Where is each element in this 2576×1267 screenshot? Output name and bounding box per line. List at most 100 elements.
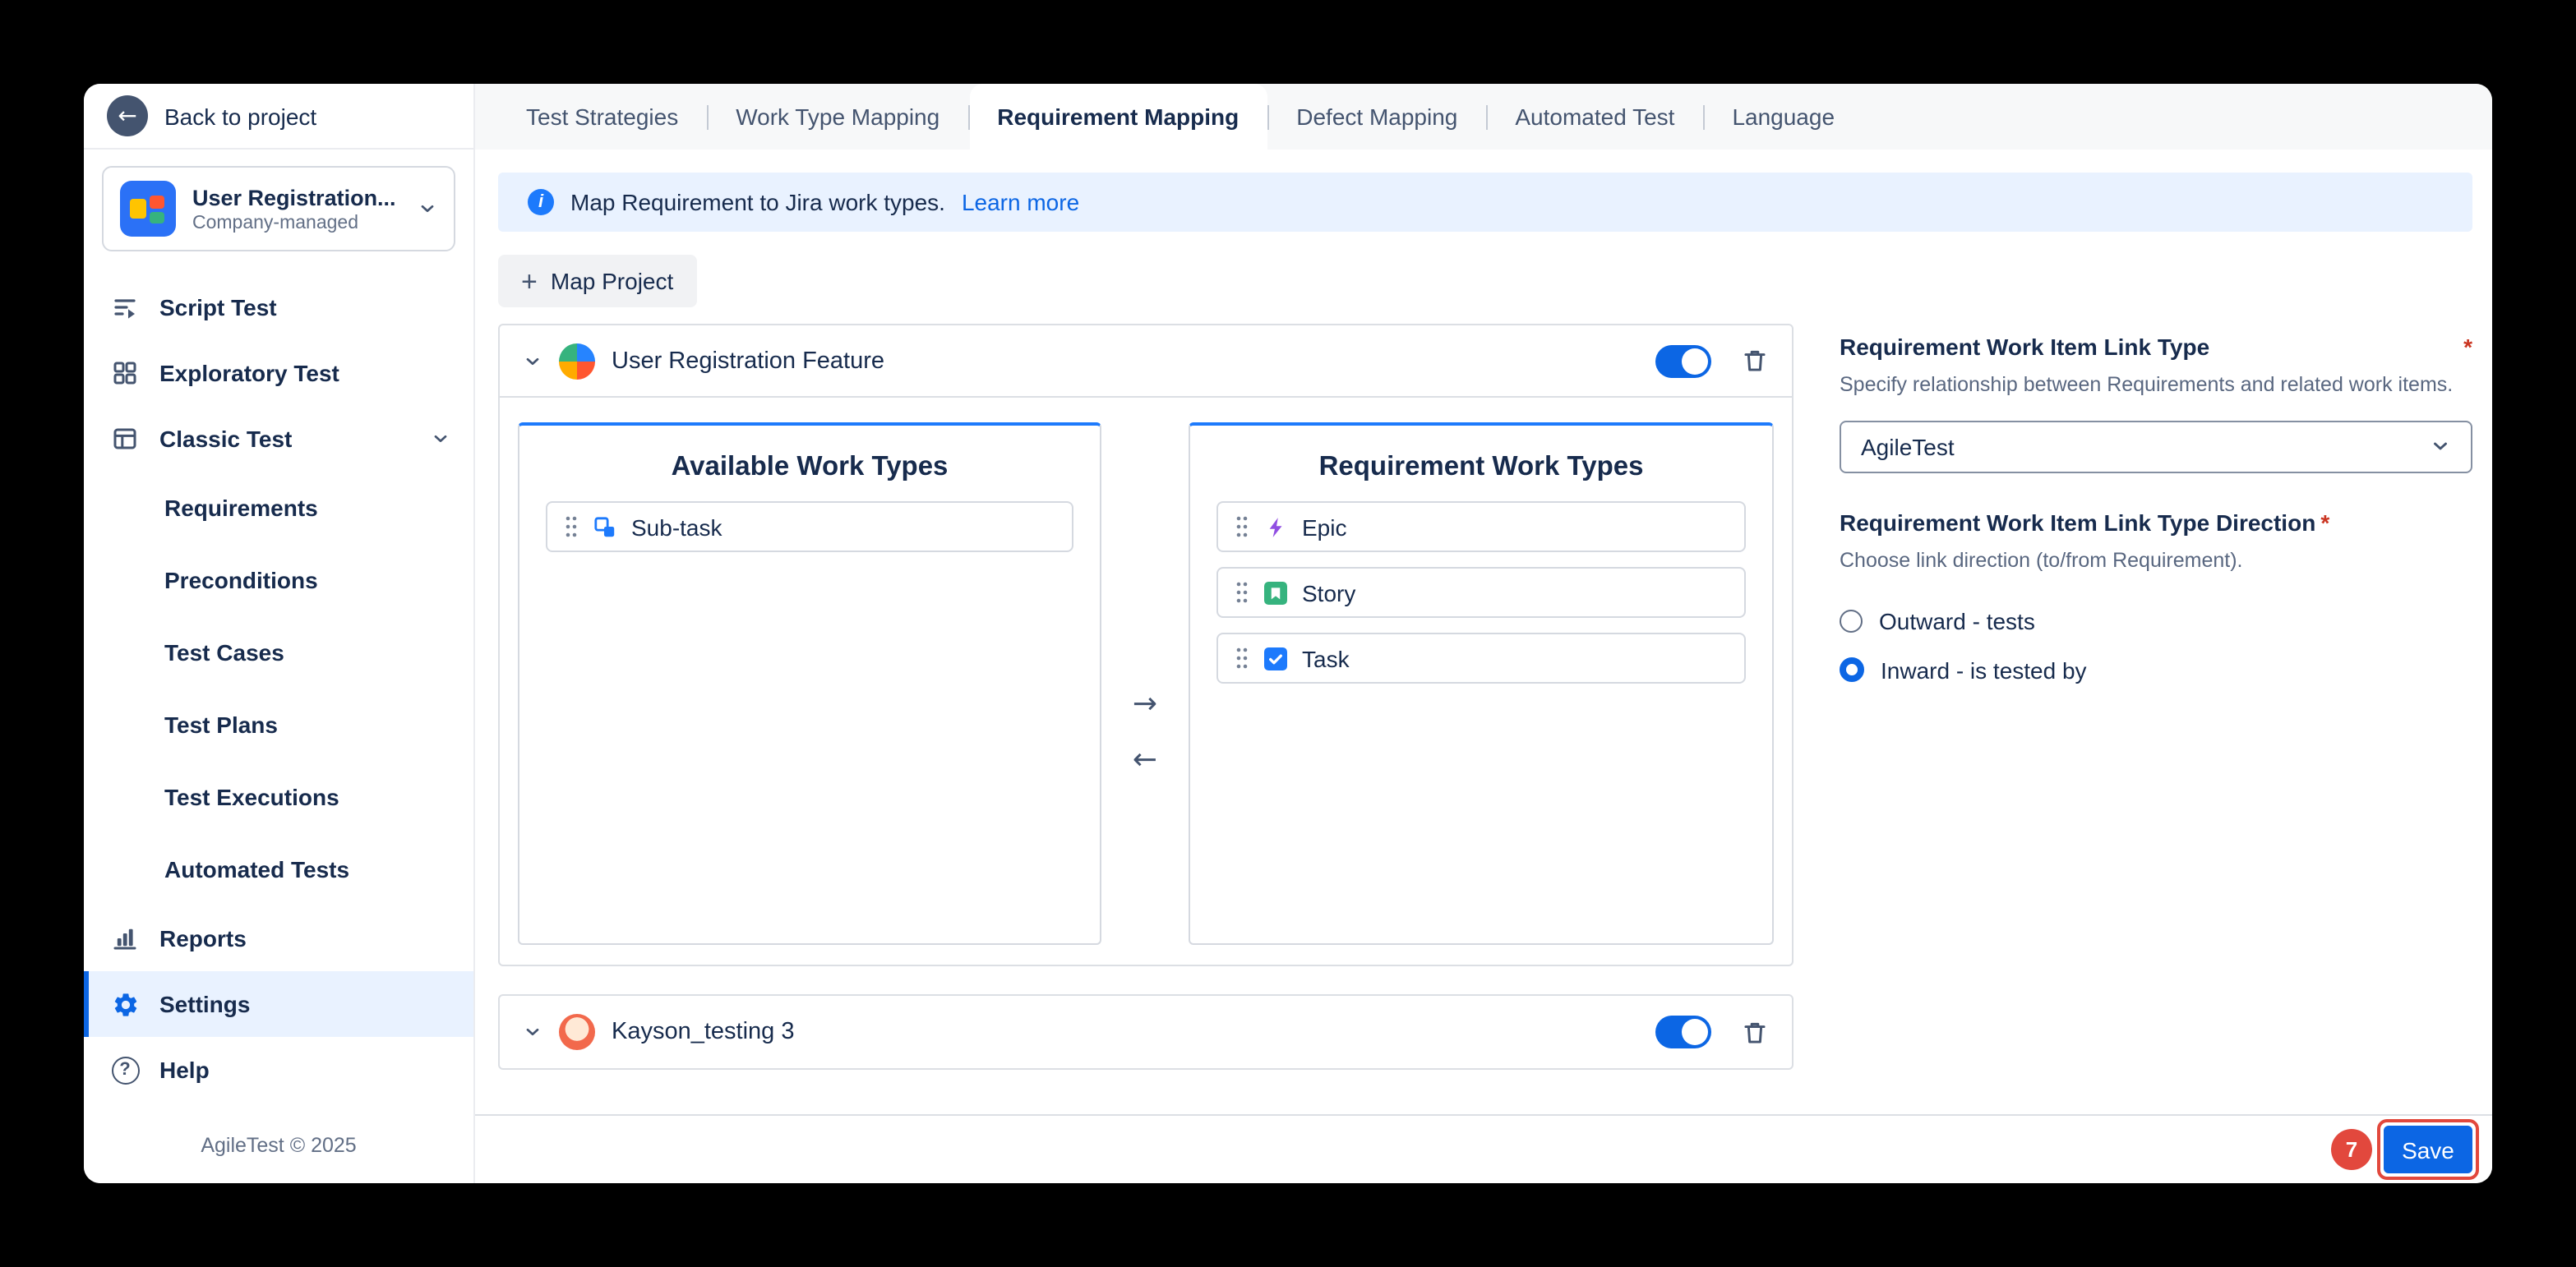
- toggle-knob: [1682, 1019, 1708, 1045]
- epic-icon: [1264, 515, 1287, 538]
- sidebar-item-test-cases[interactable]: Test Cases: [84, 616, 473, 689]
- sidebar-item-requirements[interactable]: Requirements: [84, 472, 473, 544]
- info-icon: i: [528, 189, 554, 215]
- sidebar-item-label: Test Plans: [164, 712, 278, 738]
- sidebar-item-exploratory-test[interactable]: Exploratory Test: [84, 340, 473, 406]
- drag-handle-icon[interactable]: [564, 514, 579, 539]
- mapping-layout: User Registration Feature: [498, 324, 2472, 1070]
- tab-label: Defect Mapping: [1296, 104, 1457, 130]
- direction-radio-group: Outward - tests Inward - is tested by: [1840, 596, 2472, 694]
- copyright-note: AgileTest © 2025: [84, 1111, 473, 1183]
- radio-outward-tests[interactable]: Outward - tests: [1840, 596, 2472, 645]
- work-type-mapper: Available Work Types: [500, 398, 1792, 965]
- project-section-user-registration: User Registration Feature: [498, 324, 1794, 966]
- task-icon: [1264, 647, 1287, 670]
- radio-label: Outward - tests: [1879, 607, 2035, 634]
- map-project-label: Map Project: [551, 268, 673, 294]
- project-name: User Registration...: [192, 185, 401, 210]
- info-banner: i Map Requirement to Jira work types. Le…: [498, 173, 2472, 232]
- back-arrow-icon: ←: [107, 95, 148, 136]
- radio-selected-icon: [1840, 657, 1864, 682]
- tab-separator: [967, 104, 969, 129]
- project-enabled-toggle[interactable]: [1655, 1016, 1711, 1048]
- tab-test-strategies[interactable]: Test Strategies: [498, 84, 706, 150]
- project-section-kayson-testing: Kayson_testing 3: [498, 994, 1794, 1070]
- gear-icon: [110, 990, 140, 1018]
- project-section-header: Kayson_testing 3: [500, 996, 1792, 1068]
- sidebar-item-test-executions[interactable]: Test Executions: [84, 761, 473, 833]
- radio-inward-is-tested-by[interactable]: Inward - is tested by: [1840, 645, 2472, 694]
- drag-handle-icon[interactable]: [1235, 580, 1249, 605]
- card-title: Requirement Work Types: [1190, 426, 1772, 501]
- project-logo-icon: [120, 181, 176, 237]
- sidebar-item-label: Test Executions: [164, 784, 339, 810]
- plus-icon: +: [521, 267, 538, 295]
- move-right-arrow-button[interactable]: →: [1133, 690, 1157, 720]
- sidebar-item-reports[interactable]: Reports: [84, 905, 473, 971]
- help-icon: ?: [110, 1056, 140, 1084]
- sidebar-item-classic-test[interactable]: Classic Test: [84, 406, 473, 472]
- project-selector[interactable]: User Registration... Company-managed: [102, 166, 455, 251]
- sidebar-item-settings[interactable]: Settings: [84, 971, 473, 1037]
- project-enabled-toggle[interactable]: [1655, 344, 1711, 377]
- sidebar-nav: Script Test Exploratory Test Classic Tes…: [84, 258, 473, 1183]
- work-type-label: Epic: [1302, 514, 1346, 540]
- work-type-item-task[interactable]: Task: [1216, 633, 1746, 684]
- sidebar-item-script-test[interactable]: Script Test: [84, 274, 473, 340]
- work-type-item-story[interactable]: Story: [1216, 567, 1746, 618]
- move-arrows: → ←: [1101, 422, 1189, 945]
- chevron-down-icon: [2430, 436, 2451, 458]
- tab-label: Test Strategies: [526, 104, 678, 130]
- work-type-label: Task: [1302, 645, 1350, 671]
- project-sections: User Registration Feature: [498, 324, 1794, 1070]
- chevron-down-icon: [431, 429, 450, 449]
- banner-text: Map Requirement to Jira work types.: [570, 189, 945, 215]
- board-icon: [110, 426, 140, 452]
- project-section-header: User Registration Feature: [500, 325, 1792, 398]
- radio-label: Inward - is tested by: [1881, 657, 2087, 683]
- tab-requirement-mapping[interactable]: Requirement Mapping: [969, 84, 1267, 150]
- direction-description: Choose link direction (to/from Requireme…: [1840, 546, 2472, 577]
- work-type-label: Sub-task: [631, 514, 722, 540]
- save-button[interactable]: Save: [2384, 1126, 2472, 1173]
- sidebar-item-test-plans[interactable]: Test Plans: [84, 689, 473, 761]
- drag-handle-icon[interactable]: [1235, 514, 1249, 539]
- work-type-item-subtask[interactable]: Sub-task: [546, 501, 1073, 552]
- sidebar-item-label: Exploratory Test: [159, 360, 339, 386]
- sidebar-item-label: Reports: [159, 925, 247, 951]
- drag-handle-icon[interactable]: [1235, 646, 1249, 670]
- screenshot-stage: ← Back to project User Registration... C…: [0, 0, 2576, 1267]
- work-type-label: Story: [1302, 579, 1355, 606]
- script-test-icon: [110, 294, 140, 320]
- sidebar-item-label: Script Test: [159, 294, 277, 320]
- tab-automated-test[interactable]: Automated Test: [1487, 84, 1702, 150]
- sidebar-item-preconditions[interactable]: Preconditions: [84, 544, 473, 616]
- work-type-item-epic[interactable]: Epic: [1216, 501, 1746, 552]
- trash-icon[interactable]: [1741, 347, 1769, 375]
- grid-icon: [110, 360, 140, 386]
- sidebar-item-label: Preconditions: [164, 567, 318, 593]
- move-left-arrow-button[interactable]: ←: [1133, 746, 1157, 776]
- tab-defect-mapping[interactable]: Defect Mapping: [1268, 84, 1485, 150]
- toggle-knob: [1682, 348, 1708, 374]
- sidebar-item-label: Settings: [159, 991, 250, 1017]
- settings-tabbar: Test Strategies Work Type Mapping Requir…: [475, 84, 2492, 150]
- required-asterisk: *: [2463, 334, 2472, 360]
- sidebar-item-label: Requirements: [164, 495, 318, 521]
- content-area: i Map Requirement to Jira work types. Le…: [475, 150, 2492, 1114]
- sidebar-item-label: Classic Test: [159, 426, 292, 452]
- sidebar-item-help[interactable]: ? Help: [84, 1037, 473, 1103]
- trash-icon[interactable]: [1741, 1018, 1769, 1046]
- sidebar-item-automated-tests[interactable]: Automated Tests: [84, 833, 473, 905]
- tab-work-type-mapping[interactable]: Work Type Mapping: [708, 84, 967, 150]
- annotation-step-badge: 7: [2331, 1129, 2372, 1170]
- tab-language[interactable]: Language: [1704, 84, 1863, 150]
- collapse-chevron-icon[interactable]: [523, 1022, 542, 1042]
- learn-more-link[interactable]: Learn more: [962, 189, 1079, 215]
- link-type-select[interactable]: AgileTest: [1840, 421, 2472, 473]
- back-to-project-button[interactable]: ← Back to project: [84, 84, 473, 150]
- tab-label: Language: [1732, 104, 1835, 130]
- bar-chart-icon: [110, 925, 140, 951]
- collapse-chevron-icon[interactable]: [523, 351, 542, 371]
- map-project-button[interactable]: + Map Project: [498, 255, 696, 307]
